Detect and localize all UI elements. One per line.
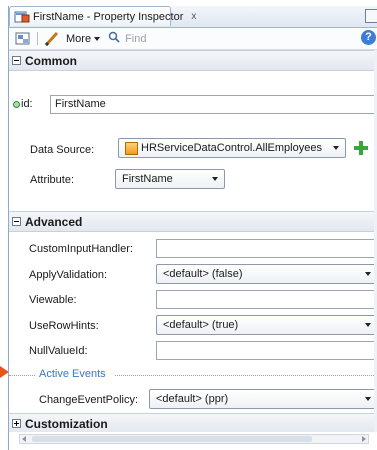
section-advanced-header[interactable]: Advanced (9, 211, 377, 232)
inspector-content: Common id: FirstName Data Source: HRServ… (9, 50, 377, 432)
chevron-down-icon (365, 272, 371, 276)
attribute-label: Attribute: (30, 174, 75, 186)
page-edit-icon (14, 11, 30, 23)
tab-property-inspector[interactable]: FirstName - Property Inspector x (9, 6, 196, 26)
use-row-hints-value: <default> (true) (163, 319, 239, 331)
scroll-thumb[interactable] (32, 436, 312, 442)
scroll-right-icon[interactable] (362, 436, 366, 442)
toolbar: More Find ? (9, 28, 377, 50)
collapse-icon[interactable] (12, 217, 21, 226)
apply-validation-select[interactable]: <default> (false) (156, 264, 377, 284)
viewable-label: Viewable: (29, 294, 77, 306)
expand-icon[interactable] (12, 419, 21, 428)
required-dot-icon (13, 101, 20, 108)
tab-title: FirstName - Property Inspector (33, 10, 184, 23)
property-inspector-window: FirstName - Property Inspector x More Fi… (8, 6, 377, 450)
active-events-divider (9, 375, 35, 377)
find-placeholder: Find (125, 32, 147, 45)
data-source-label: Data Source: (30, 144, 95, 156)
tab-bar: FirstName - Property Inspector x (9, 6, 377, 28)
search-icon (108, 31, 120, 46)
toolbar-separator (37, 32, 38, 45)
data-control-icon (125, 142, 138, 155)
use-row-hints-select[interactable]: <default> (true) (156, 315, 377, 335)
pencil-icon[interactable] (44, 31, 60, 46)
data-source-value: HRServiceDataControl.AllEmployees (141, 142, 322, 154)
horizontal-scrollbar[interactable] (19, 434, 369, 444)
viewable-field[interactable] (156, 290, 377, 309)
attribute-select[interactable]: FirstName (115, 169, 225, 189)
id-field[interactable]: FirstName (50, 95, 376, 114)
change-event-policy-value: <default> (ppr) (156, 393, 229, 405)
help-icon[interactable]: ? (361, 30, 376, 45)
section-advanced-title: Advanced (25, 214, 83, 229)
chevron-down-icon (365, 397, 371, 401)
chevron-down-icon (365, 323, 371, 327)
use-row-hints-label: UseRowHints: (29, 320, 99, 332)
null-value-id-label: NullValueId: (29, 345, 88, 357)
minimize-icon[interactable] (365, 9, 377, 23)
apply-validation-label: ApplyValidation: (29, 269, 108, 281)
change-event-policy-label: ChangeEventPolicy: (39, 394, 139, 406)
chevron-down-icon (212, 177, 218, 181)
close-icon[interactable]: x (191, 11, 196, 22)
collapse-icon[interactable] (12, 56, 21, 65)
chevron-down-icon (333, 146, 339, 150)
binding-icon[interactable] (15, 32, 31, 46)
active-events-label: Active Events (39, 368, 106, 380)
section-common-title: Common (25, 53, 77, 68)
data-source-select[interactable]: HRServiceDataControl.AllEmployees (118, 138, 346, 158)
active-events-divider (115, 375, 377, 377)
add-icon[interactable] (354, 141, 368, 155)
more-label: More (66, 32, 92, 45)
id-label: id: (21, 98, 33, 110)
custom-input-handler-field[interactable] (156, 239, 377, 258)
change-event-policy-select[interactable]: <default> (ppr) (149, 389, 377, 409)
attribute-value: FirstName (122, 173, 173, 185)
scroll-left-icon[interactable] (22, 436, 26, 442)
section-common-header[interactable]: Common (9, 50, 377, 71)
section-customization-header[interactable]: Customization (9, 413, 377, 432)
find-field[interactable]: Find (108, 31, 146, 46)
null-value-id-field[interactable] (156, 341, 377, 360)
more-button[interactable]: More (66, 32, 101, 45)
apply-validation-value: <default> (false) (163, 268, 243, 280)
section-customization-title: Customization (25, 416, 108, 431)
custom-input-handler-label: CustomInputHandler: (29, 243, 133, 255)
chevron-down-icon (94, 36, 101, 41)
